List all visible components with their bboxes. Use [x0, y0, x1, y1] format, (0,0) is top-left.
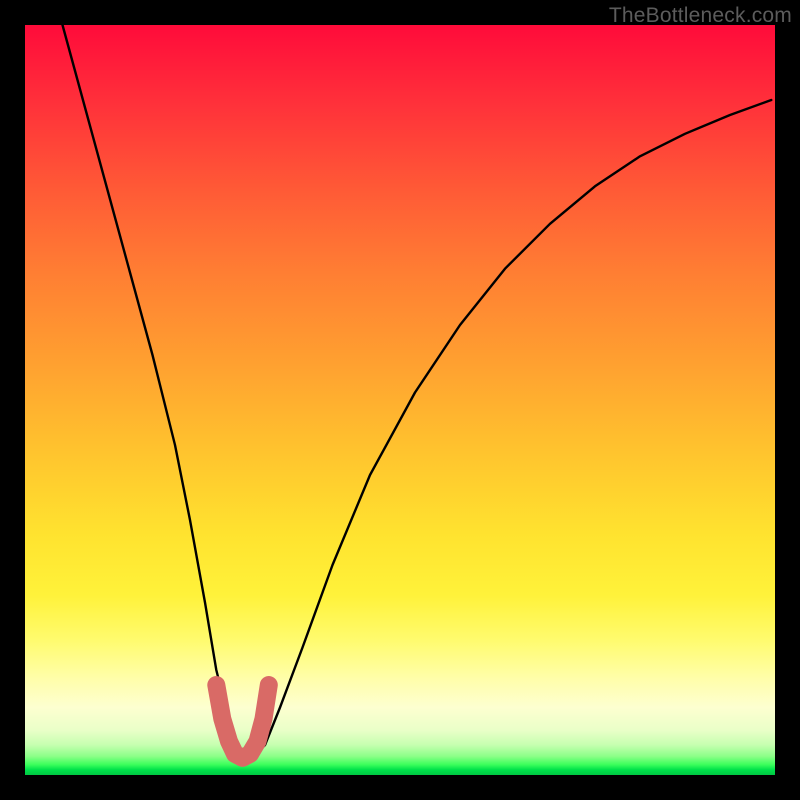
bottleneck-curve-path: [63, 25, 772, 756]
chart-frame: [25, 25, 775, 775]
highlight-u-path: [216, 685, 268, 758]
chart-svg: [25, 25, 775, 775]
watermark-text: TheBottleneck.com: [609, 4, 792, 28]
